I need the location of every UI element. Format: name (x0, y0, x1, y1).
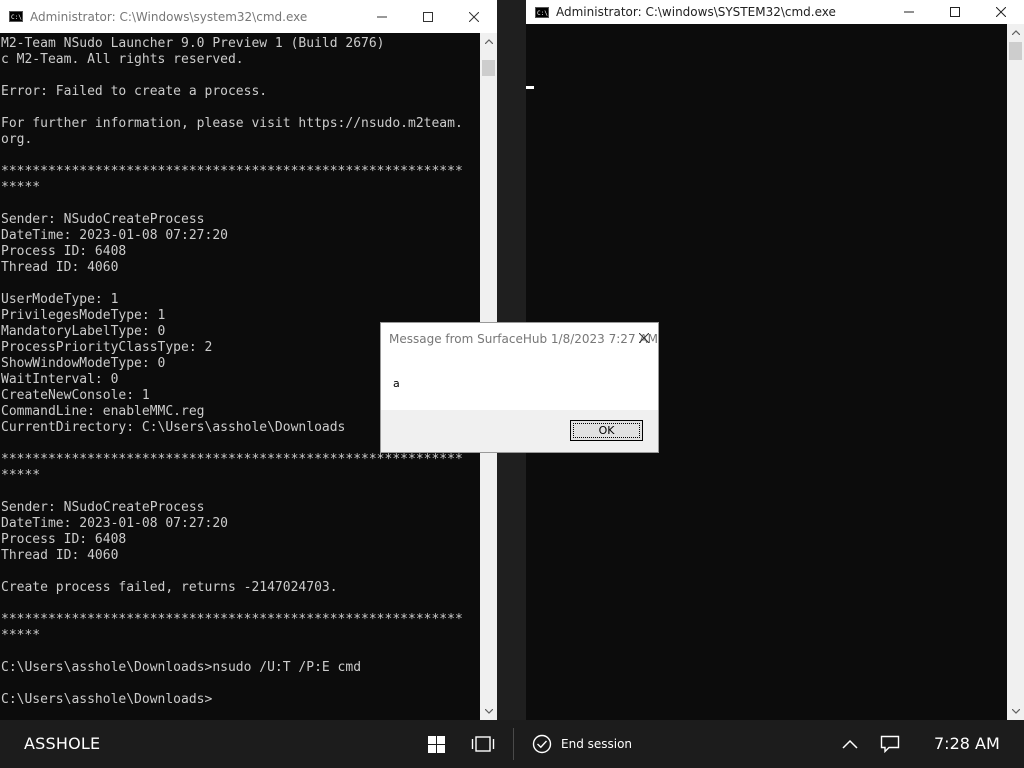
task-view-button[interactable] (471, 732, 495, 756)
clock[interactable]: 7:28 AM (934, 734, 1000, 753)
dialog-close-button[interactable] (636, 330, 652, 346)
minimize-icon (377, 16, 387, 17)
ok-button[interactable]: OK (570, 420, 643, 441)
close-icon (639, 333, 649, 343)
close-button[interactable] (978, 0, 1024, 24)
show-hidden-icons-button[interactable] (838, 732, 862, 756)
chevron-down-icon (484, 709, 493, 714)
dialog-message: a (393, 377, 400, 390)
taskbar: ASSHOLE End session 7:28 AM (0, 720, 1024, 768)
scroll-down-button[interactable] (480, 703, 497, 720)
left-window-titlebar[interactable]: C:\ Administrator: C:\Windows\system32\c… (0, 0, 497, 33)
dialog-footer: OK (381, 410, 658, 452)
user-name[interactable]: ASSHOLE (24, 734, 100, 753)
minimize-button[interactable] (359, 0, 405, 33)
windows-logo-icon (427, 735, 445, 753)
action-center-icon (880, 735, 900, 753)
message-dialog[interactable]: Message from SurfaceHub 1/8/2023 7:27 AM… (380, 322, 659, 453)
close-icon (996, 7, 1006, 17)
task-view-icon (471, 736, 495, 752)
scroll-up-button[interactable] (1007, 24, 1024, 41)
notifications-button[interactable] (878, 732, 902, 756)
scroll-thumb[interactable] (1009, 42, 1022, 60)
checkmark-circle-icon (532, 734, 552, 754)
chevron-up-icon (484, 39, 493, 44)
chevron-down-icon (1011, 709, 1020, 714)
end-session-button[interactable]: End session (561, 737, 632, 751)
window-title: Administrator: C:\Windows\system32\cmd.e… (30, 9, 308, 24)
start-button[interactable] (424, 732, 448, 756)
maximize-icon (423, 11, 433, 22)
maximize-button[interactable] (932, 0, 978, 24)
scroll-thumb[interactable] (482, 60, 495, 76)
taskbar-separator (513, 728, 514, 760)
maximize-button[interactable] (405, 0, 451, 33)
vertical-scrollbar[interactable] (1007, 24, 1024, 720)
dialog-title: Message from SurfaceHub 1/8/2023 7:27 AM (389, 332, 658, 346)
window-title: Administrator: C:\windows\SYSTEM32\cmd.e… (556, 5, 836, 19)
scroll-down-button[interactable] (1007, 703, 1024, 720)
chevron-up-icon (1011, 30, 1020, 35)
close-icon (469, 11, 479, 22)
cmd-app-icon: C:\ (535, 6, 549, 18)
chevron-up-icon (842, 739, 858, 749)
end-session-icon-wrap[interactable] (530, 732, 554, 756)
right-window-titlebar[interactable]: C:\ Administrator: C:\windows\SYSTEM32\c… (526, 0, 1024, 24)
cmd-app-icon: C:\ (9, 11, 23, 22)
console-output (526, 24, 1007, 27)
text-cursor (526, 86, 534, 89)
scroll-up-button[interactable] (480, 33, 497, 50)
minimize-button[interactable] (886, 0, 932, 24)
minimize-icon (904, 11, 914, 13)
maximize-icon (950, 7, 960, 17)
close-button[interactable] (451, 0, 497, 33)
